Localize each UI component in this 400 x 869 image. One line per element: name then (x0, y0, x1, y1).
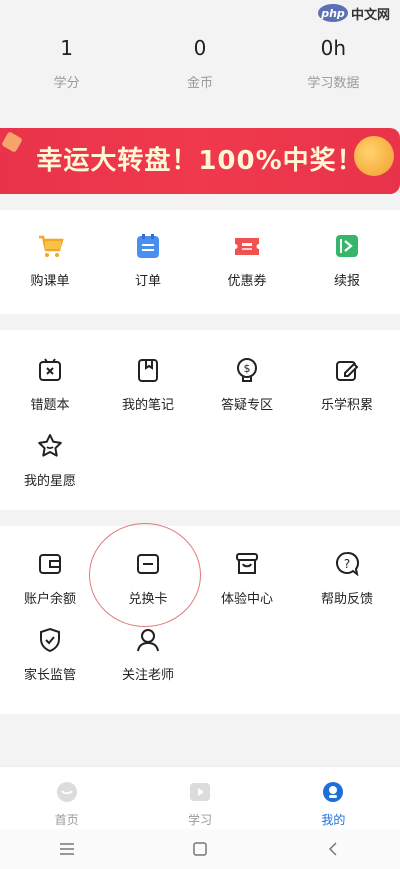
square-icon (193, 842, 207, 856)
stat-credits[interactable]: 1 学分 (0, 30, 133, 110)
menu-nav-button[interactable] (37, 834, 97, 864)
menu-item-wrong-book[interactable]: 错题本 (0, 356, 100, 413)
tab-label: 我的 (321, 813, 346, 827)
watermark: php 中文网 (318, 2, 398, 24)
person-icon (134, 626, 162, 654)
menu-item-label: 订单 (134, 274, 161, 289)
menu-item-label: 我的星愿 (23, 474, 76, 489)
system-nav-bar (0, 829, 400, 869)
coupon-icon (233, 232, 261, 260)
tab-study[interactable]: 学习 (133, 767, 266, 829)
menu-item-coupon[interactable]: 优惠券 (197, 232, 297, 289)
menu-item-order[interactable]: 订单 (98, 232, 198, 289)
section-study-tools: 错题本 我的笔记 $ 答疑专区 乐学积累 我的星愿 (0, 330, 400, 510)
menu-item-label: 我的笔记 (121, 398, 174, 413)
watermark-logo: php (318, 4, 348, 22)
section-orders: 购课单 订单 优惠券 续报 (0, 210, 400, 314)
menu-item-experience[interactable]: 体验中心 (197, 550, 297, 607)
menu-item-label: 优惠券 (227, 274, 267, 289)
menu-item-label: 账户余额 (23, 592, 76, 607)
menu-item-label: 兑换卡 (128, 592, 168, 607)
order-icon (134, 232, 162, 260)
star-wish-icon (36, 432, 64, 460)
stat-label: 金币 (186, 76, 213, 91)
menu-item-label: 帮助反馈 (320, 592, 373, 607)
menu-item-renew[interactable]: 续报 (297, 232, 397, 289)
menu-item-label: 购课单 (30, 274, 70, 289)
wrong-book-icon (36, 356, 64, 384)
menu-item-parent-control[interactable]: 家长监管 (0, 626, 100, 683)
watermark-text: 中文网 (351, 7, 391, 23)
menu-item-label: 体验中心 (220, 592, 273, 607)
notes-icon (134, 356, 162, 384)
tab-home[interactable]: 首页 (0, 767, 133, 829)
menu-item-label: 关注老师 (121, 668, 174, 683)
menu-item-help[interactable]: ? 帮助反馈 (297, 550, 397, 607)
bottom-tab-bar: 首页 学习 我的 (0, 766, 400, 829)
lucky-wheel-banner[interactable]: 幸运大转盘！100%中奖！ (0, 128, 400, 194)
stat-label: 学习数据 (307, 76, 360, 91)
banner-text: 幸运大转盘！100%中奖！ (36, 146, 364, 176)
stat-value: 0 (193, 36, 207, 60)
stat-study-data[interactable]: 0h 学习数据 (267, 30, 400, 110)
menu-item-notes[interactable]: 我的笔记 (98, 356, 198, 413)
wallet-icon (36, 550, 64, 578)
back-icon (329, 842, 337, 856)
menu-item-label: 家长监管 (23, 668, 76, 683)
menu-item-star-wish[interactable]: 我的星愿 (0, 432, 100, 489)
menu-item-wallet[interactable]: 账户余额 (0, 550, 100, 607)
menu-item-label: 乐学积累 (320, 398, 373, 413)
back-nav-button[interactable] (303, 834, 363, 864)
shopping-cart-icon (36, 232, 64, 260)
stats-row: 1 学分 0 金币 0h 学习数据 (0, 30, 400, 110)
card-icon (134, 550, 162, 578)
home-icon (0, 781, 133, 807)
shield-icon (36, 626, 64, 654)
tab-label: 首页 (54, 813, 79, 827)
tab-label: 学习 (187, 813, 212, 827)
stat-value: 1 (60, 36, 74, 60)
stat-label: 学分 (53, 76, 80, 91)
qa-icon: $ (233, 356, 261, 384)
menu-item-follow-teacher[interactable]: 关注老师 (98, 626, 198, 683)
section-account: 账户余额 兑换卡 体验中心 ? 帮助反馈 家长监管 关注老师 (0, 526, 400, 714)
profile-icon (267, 781, 400, 807)
menu-item-qa[interactable]: $ 答疑专区 (197, 356, 297, 413)
svg-text:?: ? (344, 557, 350, 571)
menu-item-card[interactable]: 兑换卡 (98, 550, 198, 607)
stat-coins[interactable]: 0 金币 (133, 30, 266, 110)
menu-item-accumulate[interactable]: 乐学积累 (297, 356, 397, 413)
accumulate-icon (333, 356, 361, 384)
stat-value: 0h (320, 36, 347, 60)
menu-icon (59, 843, 74, 855)
menu-item-cart[interactable]: 购课单 (0, 232, 100, 289)
home-nav-button[interactable] (170, 834, 230, 864)
play-icon (133, 781, 266, 807)
menu-item-label: 续报 (333, 274, 360, 289)
renew-icon (333, 232, 361, 260)
tab-mine[interactable]: 我的 (267, 767, 400, 829)
svg-text:$: $ (244, 362, 251, 375)
help-icon: ? (333, 550, 361, 578)
menu-item-label: 答疑专区 (220, 398, 273, 413)
banner-coin-decoration (354, 136, 394, 176)
menu-item-label: 错题本 (30, 398, 70, 413)
experience-icon (233, 550, 261, 578)
